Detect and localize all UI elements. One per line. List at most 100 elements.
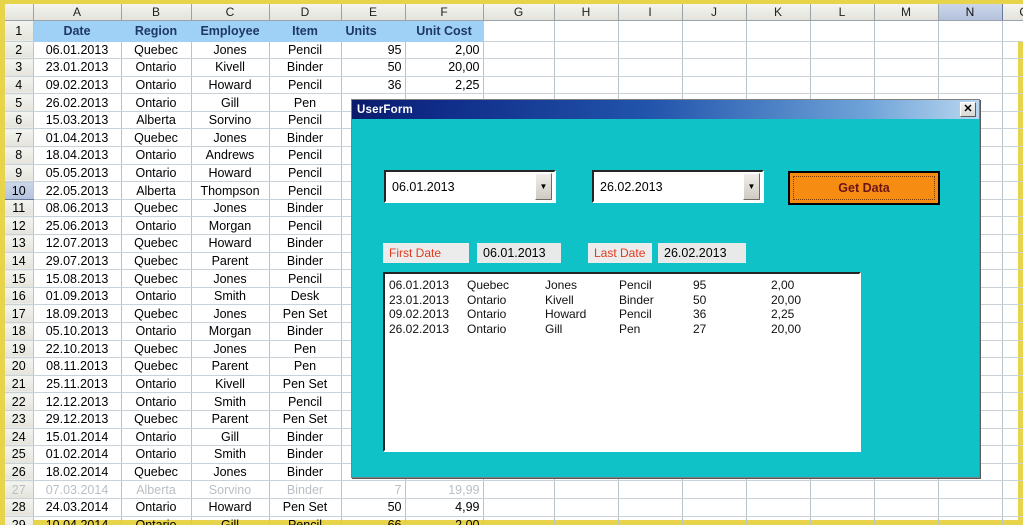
row-header-18[interactable]: 18: [5, 322, 34, 341]
column-header-E[interactable]: E: [341, 4, 406, 21]
cell-D18[interactable]: Binder: [269, 322, 342, 341]
row-header-10[interactable]: 10: [5, 181, 34, 200]
cell-C3[interactable]: Kivell: [191, 58, 270, 77]
cell-F2[interactable]: 2,00: [405, 41, 484, 60]
cell-E27[interactable]: 7: [341, 480, 406, 499]
cell-B28[interactable]: Ontario: [121, 498, 192, 517]
row-header-25[interactable]: 25: [5, 445, 34, 464]
cell-A15[interactable]: 15.08.2013: [33, 269, 122, 288]
cell-B3[interactable]: Ontario: [121, 58, 192, 77]
cell-D15[interactable]: Pencil: [269, 269, 342, 288]
cell-L28[interactable]: [810, 498, 875, 517]
row-header-17[interactable]: 17: [5, 304, 34, 323]
cell-M29[interactable]: [874, 516, 939, 525]
cell-C28[interactable]: Howard: [191, 498, 270, 517]
row-header-9[interactable]: 9: [5, 164, 34, 183]
cell-A12[interactable]: 25.06.2013: [33, 216, 122, 236]
cell-C21[interactable]: Kivell: [191, 375, 270, 394]
cell-C17[interactable]: Jones: [191, 304, 270, 323]
cell-L3[interactable]: [810, 58, 875, 77]
row-header-20[interactable]: 20: [5, 357, 34, 376]
cell-F29[interactable]: 2,00: [405, 516, 484, 525]
row-header-13[interactable]: 13: [5, 234, 34, 253]
row-header-2[interactable]: 2: [5, 41, 34, 60]
cell-L2[interactable]: [810, 41, 875, 60]
list-item[interactable]: 26.02.2013 Ontario Gill Pen 27 20,00: [389, 322, 859, 337]
cell-B18[interactable]: Ontario: [121, 322, 192, 341]
row-header-12[interactable]: 12: [5, 216, 34, 236]
cell-O25[interactable]: [1002, 445, 1023, 464]
row-header-21[interactable]: 21: [5, 375, 34, 394]
cell-E4[interactable]: 36: [341, 76, 406, 95]
row-header-14[interactable]: 14: [5, 252, 34, 271]
column-header-K[interactable]: K: [746, 4, 811, 21]
cell-D11[interactable]: Binder: [269, 199, 342, 218]
cell-E29[interactable]: 66: [341, 516, 406, 525]
cell-B27[interactable]: Alberta: [121, 480, 192, 499]
cell-D7[interactable]: Binder: [269, 128, 342, 148]
row-header-22[interactable]: 22: [5, 392, 34, 411]
cell-D23[interactable]: Pen Set: [269, 410, 342, 429]
cell-O10[interactable]: [1002, 181, 1023, 200]
cell-F4[interactable]: 2,25: [405, 76, 484, 95]
cell-B19[interactable]: Quebec: [121, 340, 192, 359]
header-cell-item[interactable]: Item: [269, 20, 342, 42]
select-all-corner[interactable]: [5, 4, 34, 21]
cell-O16[interactable]: [1002, 287, 1023, 306]
cell-J27[interactable]: [682, 480, 747, 499]
cell-O6[interactable]: [1002, 111, 1023, 130]
cell-L29[interactable]: [810, 516, 875, 525]
cell-A14[interactable]: 29.07.2013: [33, 252, 122, 271]
cell-C19[interactable]: Jones: [191, 340, 270, 359]
row-header-4[interactable]: 4: [5, 76, 34, 95]
cell-O1[interactable]: [1002, 20, 1023, 42]
cell-O15[interactable]: [1002, 269, 1023, 288]
cell-H29[interactable]: [554, 516, 619, 525]
cell-D25[interactable]: Binder: [269, 445, 342, 464]
cell-G28[interactable]: [483, 498, 555, 517]
header-cell-date[interactable]: Date: [33, 20, 122, 42]
cell-H2[interactable]: [554, 41, 619, 60]
cell-H3[interactable]: [554, 58, 619, 77]
cell-K27[interactable]: [746, 480, 811, 499]
chevron-down-icon[interactable]: ▼: [743, 173, 760, 200]
cell-O24[interactable]: [1002, 428, 1023, 447]
cell-N1[interactable]: [937, 20, 1003, 42]
cell-D8[interactable]: Pencil: [269, 146, 342, 165]
column-header-C[interactable]: C: [191, 4, 270, 21]
cell-H1[interactable]: [554, 20, 619, 42]
cell-L27[interactable]: [810, 480, 875, 499]
close-icon[interactable]: ✕: [960, 102, 976, 117]
cell-D27[interactable]: Binder: [269, 480, 342, 499]
cell-O11[interactable]: [1002, 199, 1023, 218]
header-cell-region[interactable]: Region: [121, 20, 192, 42]
cell-D3[interactable]: Binder: [269, 58, 342, 77]
cell-C4[interactable]: Howard: [191, 76, 270, 95]
cell-K4[interactable]: [746, 76, 811, 95]
chevron-down-icon[interactable]: ▼: [535, 173, 552, 200]
column-header-G[interactable]: G: [483, 4, 555, 21]
cell-C12[interactable]: Morgan: [191, 216, 270, 236]
row-header-3[interactable]: 3: [5, 58, 34, 77]
cell-O18[interactable]: [1002, 322, 1023, 341]
cell-B11[interactable]: Quebec: [121, 199, 192, 218]
cell-A16[interactable]: 01.09.2013: [33, 287, 122, 306]
cell-J28[interactable]: [682, 498, 747, 517]
cell-K28[interactable]: [746, 498, 811, 517]
cell-H4[interactable]: [554, 76, 619, 95]
cell-I3[interactable]: [618, 58, 683, 77]
column-header-F[interactable]: F: [405, 4, 484, 21]
cell-B22[interactable]: Ontario: [121, 392, 192, 411]
cell-B20[interactable]: Quebec: [121, 357, 192, 376]
cell-O23[interactable]: [1002, 410, 1023, 429]
cell-B29[interactable]: Ontario: [121, 516, 192, 525]
cell-C25[interactable]: Smith: [191, 445, 270, 464]
cell-A8[interactable]: 18.04.2013: [33, 146, 122, 165]
cell-D13[interactable]: Binder: [269, 234, 342, 253]
cell-O5[interactable]: [1002, 93, 1023, 112]
table-row[interactable]: 3 23.01.2013 Ontario Kivell Binder 50 20,00: [5, 58, 1023, 77]
cell-O7[interactable]: [1002, 128, 1023, 148]
cell-G29[interactable]: [483, 516, 555, 525]
cell-O28[interactable]: [1002, 498, 1023, 517]
cell-H28[interactable]: [554, 498, 619, 517]
